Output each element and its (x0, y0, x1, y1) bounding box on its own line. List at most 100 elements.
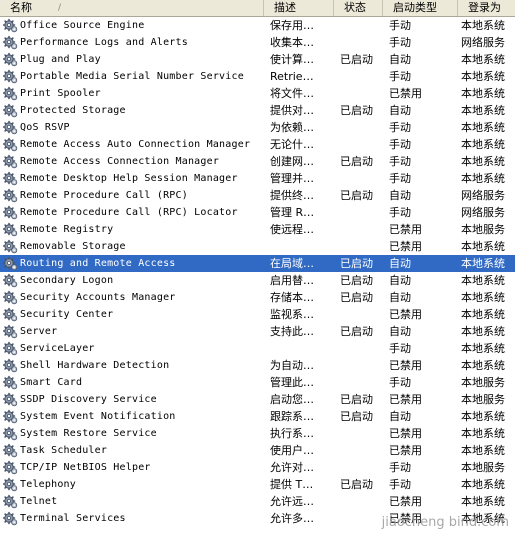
table-row[interactable]: Security Center 监视系… 已禁用 本地系统 (0, 306, 515, 323)
service-name: Telnet (20, 496, 58, 507)
service-description: 提供 T… (270, 478, 314, 491)
column-desc-label: 描述 (274, 1, 296, 14)
service-logon-as: 本地系统 (461, 172, 505, 185)
service-description: 使远程… (270, 223, 314, 236)
service-logon-as: 本地系统 (461, 427, 505, 440)
list-header: 名称 / 描述 状态 启动类型 登录为 (0, 0, 515, 17)
table-row[interactable]: Security Accounts Manager 存储本… 已启动 自动 本地系统 (0, 289, 515, 306)
table-row[interactable]: Routing and Remote Access 在局域… 已启动 自动 本地系统 (0, 255, 515, 272)
table-row[interactable]: Smart Card 管理此… 手动 本地服务 (0, 374, 515, 391)
column-header-name[interactable]: 名称 / (0, 0, 264, 16)
service-startup-type: 已禁用 (389, 223, 422, 236)
table-row[interactable]: Telephony 提供 T… 已启动 手动 本地系统 (0, 476, 515, 493)
service-status (340, 238, 389, 255)
service-description: 存储本… (270, 291, 314, 304)
gear-icon (3, 69, 18, 84)
service-name: Performance Logs and Alerts (20, 37, 188, 48)
service-status: 已启动 (340, 393, 373, 406)
service-name-cell: Smart Card (0, 374, 270, 391)
table-row[interactable]: ServiceLayer 手动 本地系统 (0, 340, 515, 357)
service-status (340, 170, 389, 187)
gear-icon (3, 103, 18, 118)
service-status (340, 306, 389, 323)
service-name-cell: Removable Storage (0, 238, 270, 255)
service-name-cell: TCP/IP NetBIOS Helper (0, 459, 270, 476)
service-name-cell: Server (0, 323, 270, 340)
service-logon-as: 本地系统 (461, 478, 505, 491)
column-header-status[interactable]: 状态 (334, 0, 383, 16)
table-row[interactable]: Office Source Engine 保存用… 手动 本地系统 (0, 17, 515, 34)
service-startup-type: 自动 (389, 410, 411, 423)
service-name-cell: SSDP Discovery Service (0, 391, 270, 408)
table-row[interactable]: TCP/IP NetBIOS Helper 允许对… 手动 本地服务 (0, 459, 515, 476)
gear-icon (3, 494, 18, 509)
service-startup-type: 手动 (389, 342, 411, 355)
service-name-cell: Routing and Remote Access (0, 255, 270, 272)
service-logon-as: 网络服务 (461, 189, 505, 202)
service-name: QoS RSVP (20, 122, 70, 133)
gear-icon (3, 477, 18, 492)
service-logon-as: 本地系统 (461, 444, 505, 457)
table-row[interactable]: Print Spooler 将文件… 已禁用 本地系统 (0, 85, 515, 102)
table-row[interactable]: QoS RSVP 为依赖… 手动 本地系统 (0, 119, 515, 136)
table-row[interactable]: Remote Procedure Call (RPC) 提供终… 已启动 自动 网络服务 (0, 187, 515, 204)
service-description: 允许对… (270, 461, 314, 474)
service-name-cell: Terminal Services (0, 510, 270, 527)
service-description: 管理并… (270, 172, 314, 185)
table-row[interactable]: Portable Media Serial Number Service Retr… (0, 68, 515, 85)
table-row[interactable]: Remote Access Auto Connection Manager 无论什… (0, 136, 515, 153)
table-row[interactable]: System Event Notification 跟踪系… 已启动 自动 本地系统 (0, 408, 515, 425)
service-startup-type: 已禁用 (389, 87, 422, 100)
service-status (340, 493, 389, 510)
services-list: Office Source Engine 保存用… 手动 本地系统 Performanc… (0, 17, 515, 527)
service-startup-type: 自动 (389, 53, 411, 66)
gear-icon (3, 511, 18, 526)
table-row[interactable]: SSDP Discovery Service 启动您… 已启动 已禁用 本地服务 (0, 391, 515, 408)
service-status (340, 34, 389, 51)
service-description: 为自动… (270, 359, 314, 372)
gear-icon (3, 188, 18, 203)
service-description: 跟踪系… (270, 410, 314, 423)
service-description: 为依赖… (270, 121, 314, 134)
column-header-startup-type[interactable]: 启动类型 (383, 0, 458, 16)
table-row[interactable]: System Restore Service 执行系… 已禁用 本地系统 (0, 425, 515, 442)
service-description: 使计算… (270, 53, 314, 66)
service-startup-type: 手动 (389, 376, 411, 389)
table-row[interactable]: Protected Storage 提供对… 已启动 自动 本地系统 (0, 102, 515, 119)
table-row[interactable]: Task Scheduler 使用户… 已禁用 本地系统 (0, 442, 515, 459)
column-header-description[interactable]: 描述 (264, 0, 334, 16)
service-name: Portable Media Serial Number Service (20, 71, 244, 82)
table-row[interactable]: Secondary Logon 启用替… 已启动 自动 本地系统 (0, 272, 515, 289)
service-status (340, 374, 389, 391)
service-startup-type: 手动 (389, 70, 411, 83)
service-logon-as: 本地系统 (461, 104, 505, 117)
table-row[interactable]: Remote Registry 使远程… 已禁用 本地服务 (0, 221, 515, 238)
service-status (340, 85, 389, 102)
service-status (340, 459, 389, 476)
table-row[interactable]: Server 支持此… 已启动 自动 本地系统 (0, 323, 515, 340)
column-header-logon-as[interactable]: 登录为 (458, 0, 515, 16)
table-row[interactable]: Remote Desktop Help Session Manager 管理并… 手… (0, 170, 515, 187)
service-name-cell: Security Accounts Manager (0, 289, 270, 306)
service-logon-as: 本地系统 (461, 291, 505, 304)
table-row[interactable]: Telnet 允许远… 已禁用 本地系统 (0, 493, 515, 510)
gear-icon (3, 358, 18, 373)
service-logon-as: 本地系统 (461, 410, 505, 423)
gear-icon (3, 392, 18, 407)
service-startup-type: 手动 (389, 19, 411, 32)
table-row[interactable]: Plug and Play 使计算… 已启动 自动 本地系统 (0, 51, 515, 68)
service-description: 收集本… (270, 36, 314, 49)
service-name: Task Scheduler (20, 445, 108, 456)
service-name-cell: Secondary Logon (0, 272, 270, 289)
service-name-cell: ServiceLayer (0, 340, 270, 357)
service-startup-type: 手动 (389, 461, 411, 474)
table-row[interactable]: Shell Hardware Detection 为自动… 已禁用 本地系统 (0, 357, 515, 374)
service-startup-type: 手动 (389, 478, 411, 491)
gear-icon (3, 443, 18, 458)
table-row[interactable]: Remote Procedure Call (RPC) Locator 管理 R…… (0, 204, 515, 221)
service-description: 允许远… (270, 495, 314, 508)
table-row[interactable]: Remote Access Connection Manager 创建网… 已启动 手… (0, 153, 515, 170)
table-row[interactable]: Removable Storage 已禁用 本地系统 (0, 238, 515, 255)
table-row[interactable]: Performance Logs and Alerts 收集本… 手动 网络服务 (0, 34, 515, 51)
service-description: 启动您… (270, 393, 314, 406)
